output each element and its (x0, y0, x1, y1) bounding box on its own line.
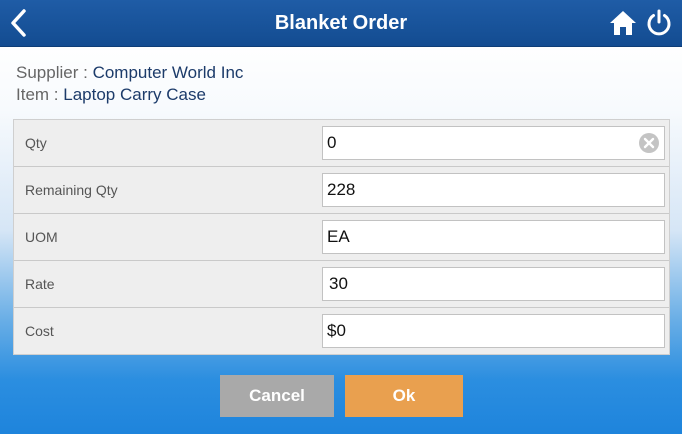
form-row-uom: UOM EA (14, 214, 669, 261)
clear-circle-icon (639, 133, 659, 153)
cancel-button[interactable]: Cancel (220, 375, 334, 417)
qty-input[interactable]: 0 (322, 126, 665, 160)
order-info: Supplier : Computer World Inc Item : Lap… (16, 62, 243, 106)
ok-button[interactable]: Ok (345, 375, 463, 417)
item-value: Laptop Carry Case (63, 85, 206, 104)
order-form: Qty 0 Remaining Qty 228 UOM EA Rate 30 C… (13, 119, 670, 355)
form-row-qty: Qty 0 (14, 120, 669, 167)
item-line: Item : Laptop Carry Case (16, 84, 243, 106)
form-row-cost: Cost $0 (14, 308, 669, 355)
power-icon (647, 9, 671, 36)
supplier-label: Supplier : (16, 63, 88, 82)
app-header: Blanket Order (0, 0, 682, 47)
uom-field[interactable]: EA (322, 220, 665, 254)
item-label: Item : (16, 85, 59, 104)
power-button[interactable] (644, 8, 674, 38)
home-icon (610, 11, 636, 35)
cost-label: Cost (25, 323, 54, 339)
cost-field[interactable]: $0 (322, 314, 665, 348)
qty-label: Qty (25, 135, 47, 151)
remaining-qty-field[interactable]: 228 (322, 173, 665, 207)
remaining-qty-label: Remaining Qty (25, 182, 118, 198)
supplier-line: Supplier : Computer World Inc (16, 62, 243, 84)
form-row-rate: Rate 30 (14, 261, 669, 308)
home-button[interactable] (608, 9, 638, 37)
rate-label: Rate (25, 276, 55, 292)
page-title: Blanket Order (274, 12, 408, 34)
form-row-remaining-qty: Remaining Qty 228 (14, 167, 669, 214)
qty-clear-button[interactable] (638, 132, 660, 154)
rate-field[interactable]: 30 (322, 267, 665, 301)
uom-label: UOM (25, 229, 58, 245)
supplier-value: Computer World Inc (92, 63, 244, 82)
